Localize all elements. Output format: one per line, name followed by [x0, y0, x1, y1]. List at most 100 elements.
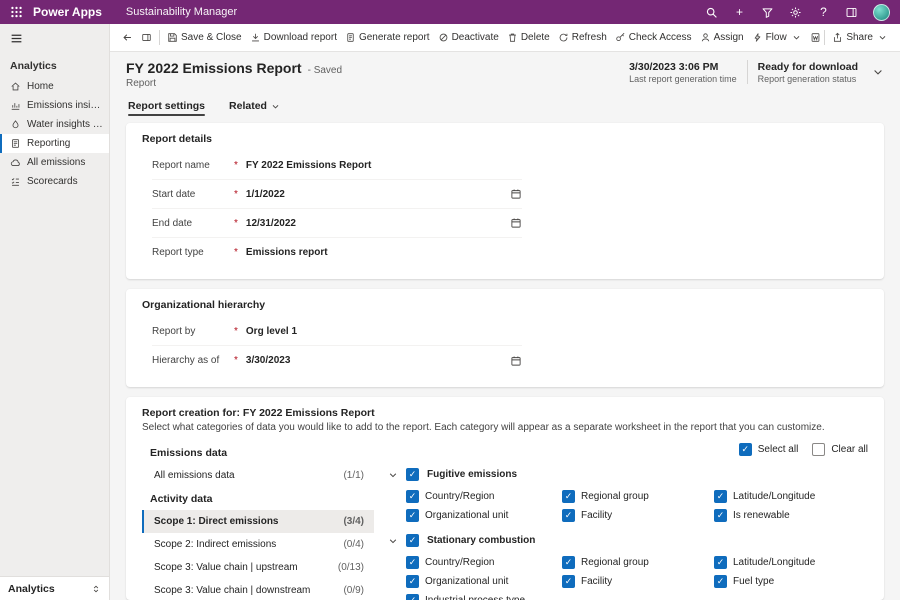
- plus-icon[interactable]: +: [733, 6, 746, 19]
- filter-icon[interactable]: [761, 6, 774, 19]
- checkbox-unchecked-icon[interactable]: [812, 443, 825, 456]
- field-report-name: Report name * FY 2022 Emissions Report: [152, 151, 522, 180]
- help-icon[interactable]: ?: [817, 6, 830, 19]
- tab-related[interactable]: Related: [227, 97, 282, 119]
- worksheet-field-checkbox[interactable]: ✓Country/Region: [406, 490, 558, 503]
- key-icon: [615, 32, 626, 43]
- last-generation-time: 3/30/2023 3:06 PM Last report generation…: [629, 61, 737, 84]
- section-title: Report details: [142, 133, 868, 145]
- refresh-button[interactable]: Refresh: [554, 27, 611, 49]
- category-group-header: Emissions data: [142, 441, 374, 464]
- word-templates-menu-button[interactable]: Word Templates: [806, 27, 822, 49]
- category-item-all-emissions-data[interactable]: All emissions data (1/1): [142, 464, 374, 487]
- app-window: Power Apps Sustainability Manager + ?: [0, 0, 900, 600]
- cloud-icon: [10, 157, 21, 168]
- clear-all-checkbox[interactable]: Clear all: [812, 443, 868, 456]
- home-icon: [10, 81, 21, 92]
- collapse-chevron-icon[interactable]: [388, 470, 398, 480]
- worksheet-field-checkbox[interactable]: ✓Facility: [562, 575, 710, 588]
- field-hierarchy-as-of: Hierarchy as of * 3/30/2023: [152, 346, 522, 375]
- hamburger-menu-icon[interactable]: [0, 24, 109, 52]
- category-item-scope3-upstream[interactable]: Scope 3: Value chain | upstream (0/13): [142, 556, 374, 579]
- report-type-value[interactable]: Emissions report: [246, 247, 522, 258]
- share-icon: [832, 32, 843, 43]
- generate-report-button[interactable]: Generate report: [341, 27, 434, 49]
- selection-count: (0/13): [338, 562, 364, 573]
- sidebar-item-all-emissions[interactable]: All emissions: [0, 153, 109, 172]
- required-asterisk: *: [234, 355, 238, 366]
- bar-chart-icon: [10, 100, 21, 111]
- group-checkbox[interactable]: ✓: [406, 468, 419, 481]
- settings-gear-icon[interactable]: [789, 6, 802, 19]
- share-button[interactable]: Share: [828, 27, 892, 49]
- checkbox-checked-icon[interactable]: ✓: [739, 443, 752, 456]
- form-tabs: Report settings Related: [126, 97, 884, 119]
- required-asterisk: *: [234, 326, 238, 337]
- category-item-scope2[interactable]: Scope 2: Indirect emissions (0/4): [142, 533, 374, 556]
- worksheet-group-fugitive-emissions: ✓ Fugitive emissions ✓Country/Region ✓Re…: [388, 468, 868, 522]
- header-collapse-chevron-icon[interactable]: [872, 66, 884, 78]
- tab-report-settings[interactable]: Report settings: [126, 97, 207, 119]
- form-header: FY 2022 Emissions Report - Saved Report …: [110, 52, 900, 119]
- selection-count: (3/4): [343, 516, 364, 527]
- calendar-icon[interactable]: [510, 188, 522, 200]
- worksheet-field-checkbox[interactable]: ✓Latitude/Longitude: [714, 490, 868, 503]
- worksheet-field-checkbox[interactable]: ✓Facility: [562, 509, 710, 522]
- worksheet-field-checkbox[interactable]: ✓Country/Region: [406, 556, 558, 569]
- back-button[interactable]: [118, 27, 137, 49]
- entity-type-label: Report: [126, 78, 342, 89]
- required-asterisk: *: [234, 218, 238, 229]
- worksheet-field-checkbox[interactable]: ✓Latitude/Longitude: [714, 556, 868, 569]
- worksheet-field-checkbox[interactable]: ✓Is renewable: [714, 509, 868, 522]
- search-icon[interactable]: [705, 6, 718, 19]
- category-group-header: Activity data: [142, 487, 374, 510]
- worksheet-field-checkbox[interactable]: ✓Regional group: [562, 556, 710, 569]
- group-checkbox[interactable]: ✓: [406, 534, 419, 547]
- category-item-scope1[interactable]: Scope 1: Direct emissions (3/4): [142, 510, 374, 533]
- select-all-checkbox[interactable]: ✓ Select all: [739, 443, 799, 456]
- app-name[interactable]: Power Apps: [33, 5, 102, 19]
- collapse-chevron-icon[interactable]: [388, 536, 398, 546]
- delete-button[interactable]: Delete: [503, 27, 554, 49]
- deactivate-button[interactable]: Deactivate: [434, 27, 503, 49]
- hierarchy-as-of-value[interactable]: 3/30/2023: [246, 355, 510, 366]
- refresh-icon: [558, 32, 569, 43]
- sidebar-item-reporting[interactable]: Reporting: [0, 134, 109, 153]
- assign-button[interactable]: Assign: [696, 27, 748, 49]
- organizational-hierarchy-section: Organizational hierarchy Report by * Org…: [126, 289, 884, 387]
- start-date-value[interactable]: 1/1/2022: [246, 189, 510, 200]
- chevron-down-icon: [877, 33, 888, 42]
- worksheet-field-checkbox[interactable]: ✓Regional group: [562, 490, 710, 503]
- worksheet-group-title: Stationary combustion: [427, 535, 535, 546]
- waffle-menu-icon[interactable]: [10, 6, 23, 19]
- worksheet-field-checkbox[interactable]: ✓Organizational unit: [406, 509, 558, 522]
- sidebar-item-home[interactable]: Home: [0, 77, 109, 96]
- field-start-date: Start date * 1/1/2022: [152, 180, 522, 209]
- calendar-icon[interactable]: [510, 355, 522, 367]
- report-name-value[interactable]: FY 2022 Emissions Report: [246, 160, 522, 171]
- sidebar-item-scorecards[interactable]: Scorecards: [0, 172, 109, 191]
- user-avatar[interactable]: [873, 4, 890, 21]
- report-by-value[interactable]: Org level 1: [246, 326, 522, 337]
- required-asterisk: *: [234, 160, 238, 171]
- environment-name[interactable]: Sustainability Manager: [126, 6, 237, 18]
- worksheet-field-checkbox[interactable]: ✓Industrial process type: [406, 594, 558, 600]
- category-item-scope3-downstream[interactable]: Scope 3: Value chain | downstream (0/9): [142, 579, 374, 600]
- save-and-close-button[interactable]: Save & Close: [163, 27, 246, 49]
- required-asterisk: *: [234, 247, 238, 258]
- end-date-value[interactable]: 12/31/2022: [246, 218, 510, 229]
- side-panes-icon[interactable]: [845, 6, 858, 19]
- calendar-icon[interactable]: [510, 217, 522, 229]
- saved-status: - Saved: [308, 65, 342, 76]
- top-bar-actions: + ?: [705, 4, 890, 21]
- area-switcher[interactable]: Analytics: [0, 576, 109, 600]
- open-pane-button[interactable]: [137, 27, 156, 49]
- worksheet-field-checkbox[interactable]: ✓Fuel type: [714, 575, 868, 588]
- flow-menu-button[interactable]: Flow: [748, 27, 806, 49]
- sidebar-item-water-insights[interactable]: Water insights (previ…: [0, 115, 109, 134]
- download-report-button[interactable]: Download report: [246, 27, 341, 49]
- worksheet-field-checkbox[interactable]: ✓Organizational unit: [406, 575, 558, 588]
- person-icon: [700, 32, 711, 43]
- sidebar-item-emissions-insights[interactable]: Emissions insights: [0, 96, 109, 115]
- check-access-button[interactable]: Check Access: [611, 27, 696, 49]
